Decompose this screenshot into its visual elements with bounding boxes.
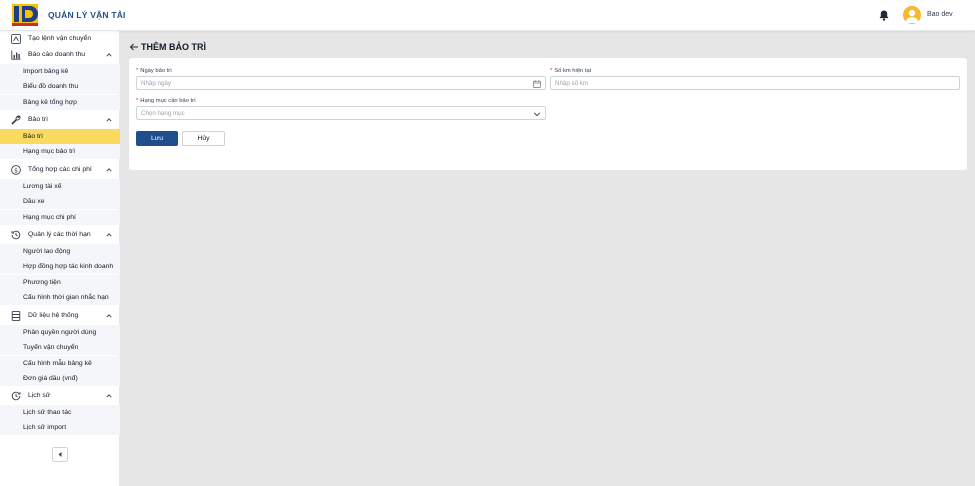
new-order-icon	[11, 34, 21, 44]
sidebar-item-label: Tạo lệnh vận chuyển	[28, 35, 92, 42]
sidebar-group-deadlines[interactable]: Quản lý các thời hạn	[0, 227, 120, 243]
required-mark: *	[136, 98, 139, 104]
sidebar-item-label: Dầu xe	[23, 198, 45, 205]
company-logo[interactable]	[12, 4, 38, 26]
cancel-button[interactable]: Hủy	[182, 131, 225, 146]
chevron-up-icon[interactable]	[106, 313, 112, 319]
sidebar-collapse-button[interactable]	[52, 447, 68, 462]
arrow-left-icon[interactable]	[129, 42, 139, 52]
svg-text:$: $	[14, 167, 18, 174]
category-label: * Hạng mục cần bảo trì	[136, 98, 196, 104]
sidebar-group-label: Dữ liệu hệ thống	[28, 312, 79, 319]
sidebar-item-maintenance-category[interactable]: Hạng mục bảo trì	[0, 144, 120, 159]
date-placeholder: Nhập ngày	[141, 80, 171, 87]
calendar-icon[interactable]	[533, 80, 541, 88]
chevron-up-icon[interactable]	[106, 232, 112, 238]
sidebar-group-label: Báo cáo doanh thu	[28, 51, 86, 58]
sidebar-item-import-history[interactable]: Lịch sử import	[0, 420, 120, 435]
sidebar-group-revenue-report[interactable]: Báo cáo doanh thu	[0, 47, 120, 63]
sidebar-item-workers[interactable]: Người lao động	[0, 244, 120, 259]
category-select[interactable]: Chọn hạng mục	[136, 106, 546, 120]
sidebar-group-system-data[interactable]: Dữ liệu hệ thống	[0, 308, 120, 324]
sidebar-item-label: Import bảng kê	[23, 68, 69, 75]
maintenance-form-card: * Ngày bảo trì Nhập ngày * Số km hiện tại …	[129, 58, 967, 170]
app-title: QUẢN LÝ VẬN TẢI	[48, 10, 126, 20]
sidebar-item-label: Cấu hình mẫu bảng kê	[23, 360, 92, 367]
bar-chart-icon	[11, 50, 21, 60]
sidebar-item-label: Hạng mục chi phí	[23, 214, 76, 221]
required-mark: *	[136, 68, 139, 74]
sidebar-item-label: Phân quyền người dùng	[23, 329, 97, 336]
history-icon	[11, 391, 21, 401]
sidebar-item-label: Biểu đồ doanh thu	[23, 83, 79, 90]
app-header: QUẢN LÝ VẬN TẢI Bao dev	[0, 0, 975, 31]
km-placeholder: Nhập số km	[555, 80, 589, 87]
date-label-text: Ngày bảo trì	[140, 68, 172, 74]
sidebar-item-label: Lương tài xế	[23, 183, 62, 190]
sidebar-item-reminder-config[interactable]: Cấu hình thời gian nhắc hạn	[0, 290, 120, 305]
wrench-icon	[11, 115, 21, 125]
sidebar-item-maintenance[interactable]: Bảo trì	[0, 129, 120, 144]
page-title: THÊM BẢO TRÌ	[141, 42, 206, 52]
sidebar-group-label: Quản lý các thời hạn	[28, 231, 91, 238]
category-placeholder: Chọn hạng mục	[141, 110, 185, 117]
sidebar-group-label: Tổng hợp các chi phí	[28, 166, 92, 173]
sidebar-item-vehicles[interactable]: Phương tiện	[0, 275, 120, 290]
category-label-text: Hạng mục cần bảo trì	[140, 98, 196, 104]
chevron-up-icon[interactable]	[106, 167, 112, 173]
clock-history-icon	[11, 230, 21, 240]
sidebar: Tạo lệnh vận chuyển Báo cáo doanh thu Im…	[0, 31, 120, 486]
sidebar-item-statement-templates[interactable]: Cấu hình mẫu bảng kê	[0, 356, 120, 371]
sidebar-item-business-contracts[interactable]: Hợp đồng hợp tác kinh doanh	[0, 259, 120, 274]
date-input[interactable]: Nhập ngày	[136, 76, 546, 90]
sidebar-item-import-statement[interactable]: Import bảng kê	[0, 64, 120, 79]
km-label: * Số km hiện tại	[550, 68, 591, 74]
sidebar-item-user-permissions[interactable]: Phân quyền người dùng	[0, 325, 120, 340]
sidebar-item-label: Bảo trì	[23, 133, 44, 140]
sidebar-item-cost-category[interactable]: Hạng mục chi phí	[0, 210, 120, 225]
sidebar-item-label: Lịch sử thao tác	[23, 409, 72, 416]
sidebar-item-label: Hợp đồng hợp tác kinh doanh	[23, 263, 114, 270]
sidebar-item-action-history[interactable]: Lịch sử thao tác	[0, 405, 120, 420]
km-input[interactable]: Nhập số km	[550, 76, 960, 90]
chevron-down-icon[interactable]	[533, 110, 541, 118]
user-name[interactable]: Bao dev	[927, 11, 953, 18]
sidebar-item-label: Bảng kê tổng hợp	[23, 99, 77, 106]
sidebar-item-label: Lịch sử import	[23, 424, 67, 431]
sidebar-group-history[interactable]: Lịch sử	[0, 388, 120, 404]
sidebar-item-fuel[interactable]: Dầu xe	[0, 194, 120, 209]
sidebar-item-fuel-price[interactable]: Đơn giá dầu (vnđ)	[0, 371, 120, 386]
sidebar-item-label: Phương tiện	[23, 279, 61, 286]
sidebar-item-label: Cấu hình thời gian nhắc hạn	[23, 294, 109, 301]
date-label: * Ngày bảo trì	[136, 68, 172, 74]
sidebar-item-label: Đơn giá dầu (vnđ)	[23, 375, 78, 382]
sidebar-item-label: Tuyến vận chuyển	[23, 344, 79, 351]
chevron-up-icon[interactable]	[106, 393, 112, 399]
save-button[interactable]: Lưu	[136, 131, 178, 146]
bell-icon[interactable]	[879, 10, 889, 21]
sidebar-item-driver-salary[interactable]: Lương tài xế	[0, 179, 120, 194]
sidebar-group-costs[interactable]: $ Tổng hợp các chi phí	[0, 162, 120, 178]
dollar-circle-icon: $	[11, 165, 21, 175]
sidebar-group-maintenance[interactable]: Bảo trì	[0, 112, 120, 128]
chevron-up-icon[interactable]	[106, 117, 112, 123]
sidebar-group-label: Lịch sử	[28, 392, 51, 399]
user-icon	[905, 9, 919, 23]
sidebar-item-routes[interactable]: Tuyến vận chuyển	[0, 340, 120, 355]
sidebar-item-summary-statement[interactable]: Bảng kê tổng hợp	[0, 95, 120, 110]
chevron-up-icon[interactable]	[106, 52, 112, 58]
caret-left-icon	[58, 452, 62, 457]
sidebar-item-label: Người lao động	[23, 248, 71, 255]
sidebar-item-create-order[interactable]: Tạo lệnh vận chuyển	[0, 31, 120, 47]
avatar[interactable]	[903, 6, 921, 24]
database-icon	[11, 311, 21, 321]
sidebar-item-revenue-chart[interactable]: Biểu đồ doanh thu	[0, 79, 120, 94]
sidebar-group-label: Bảo trì	[28, 116, 49, 123]
sidebar-item-label: Hạng mục bảo trì	[23, 148, 76, 155]
km-label-text: Số km hiện tại	[554, 68, 591, 74]
required-mark: *	[550, 68, 553, 74]
